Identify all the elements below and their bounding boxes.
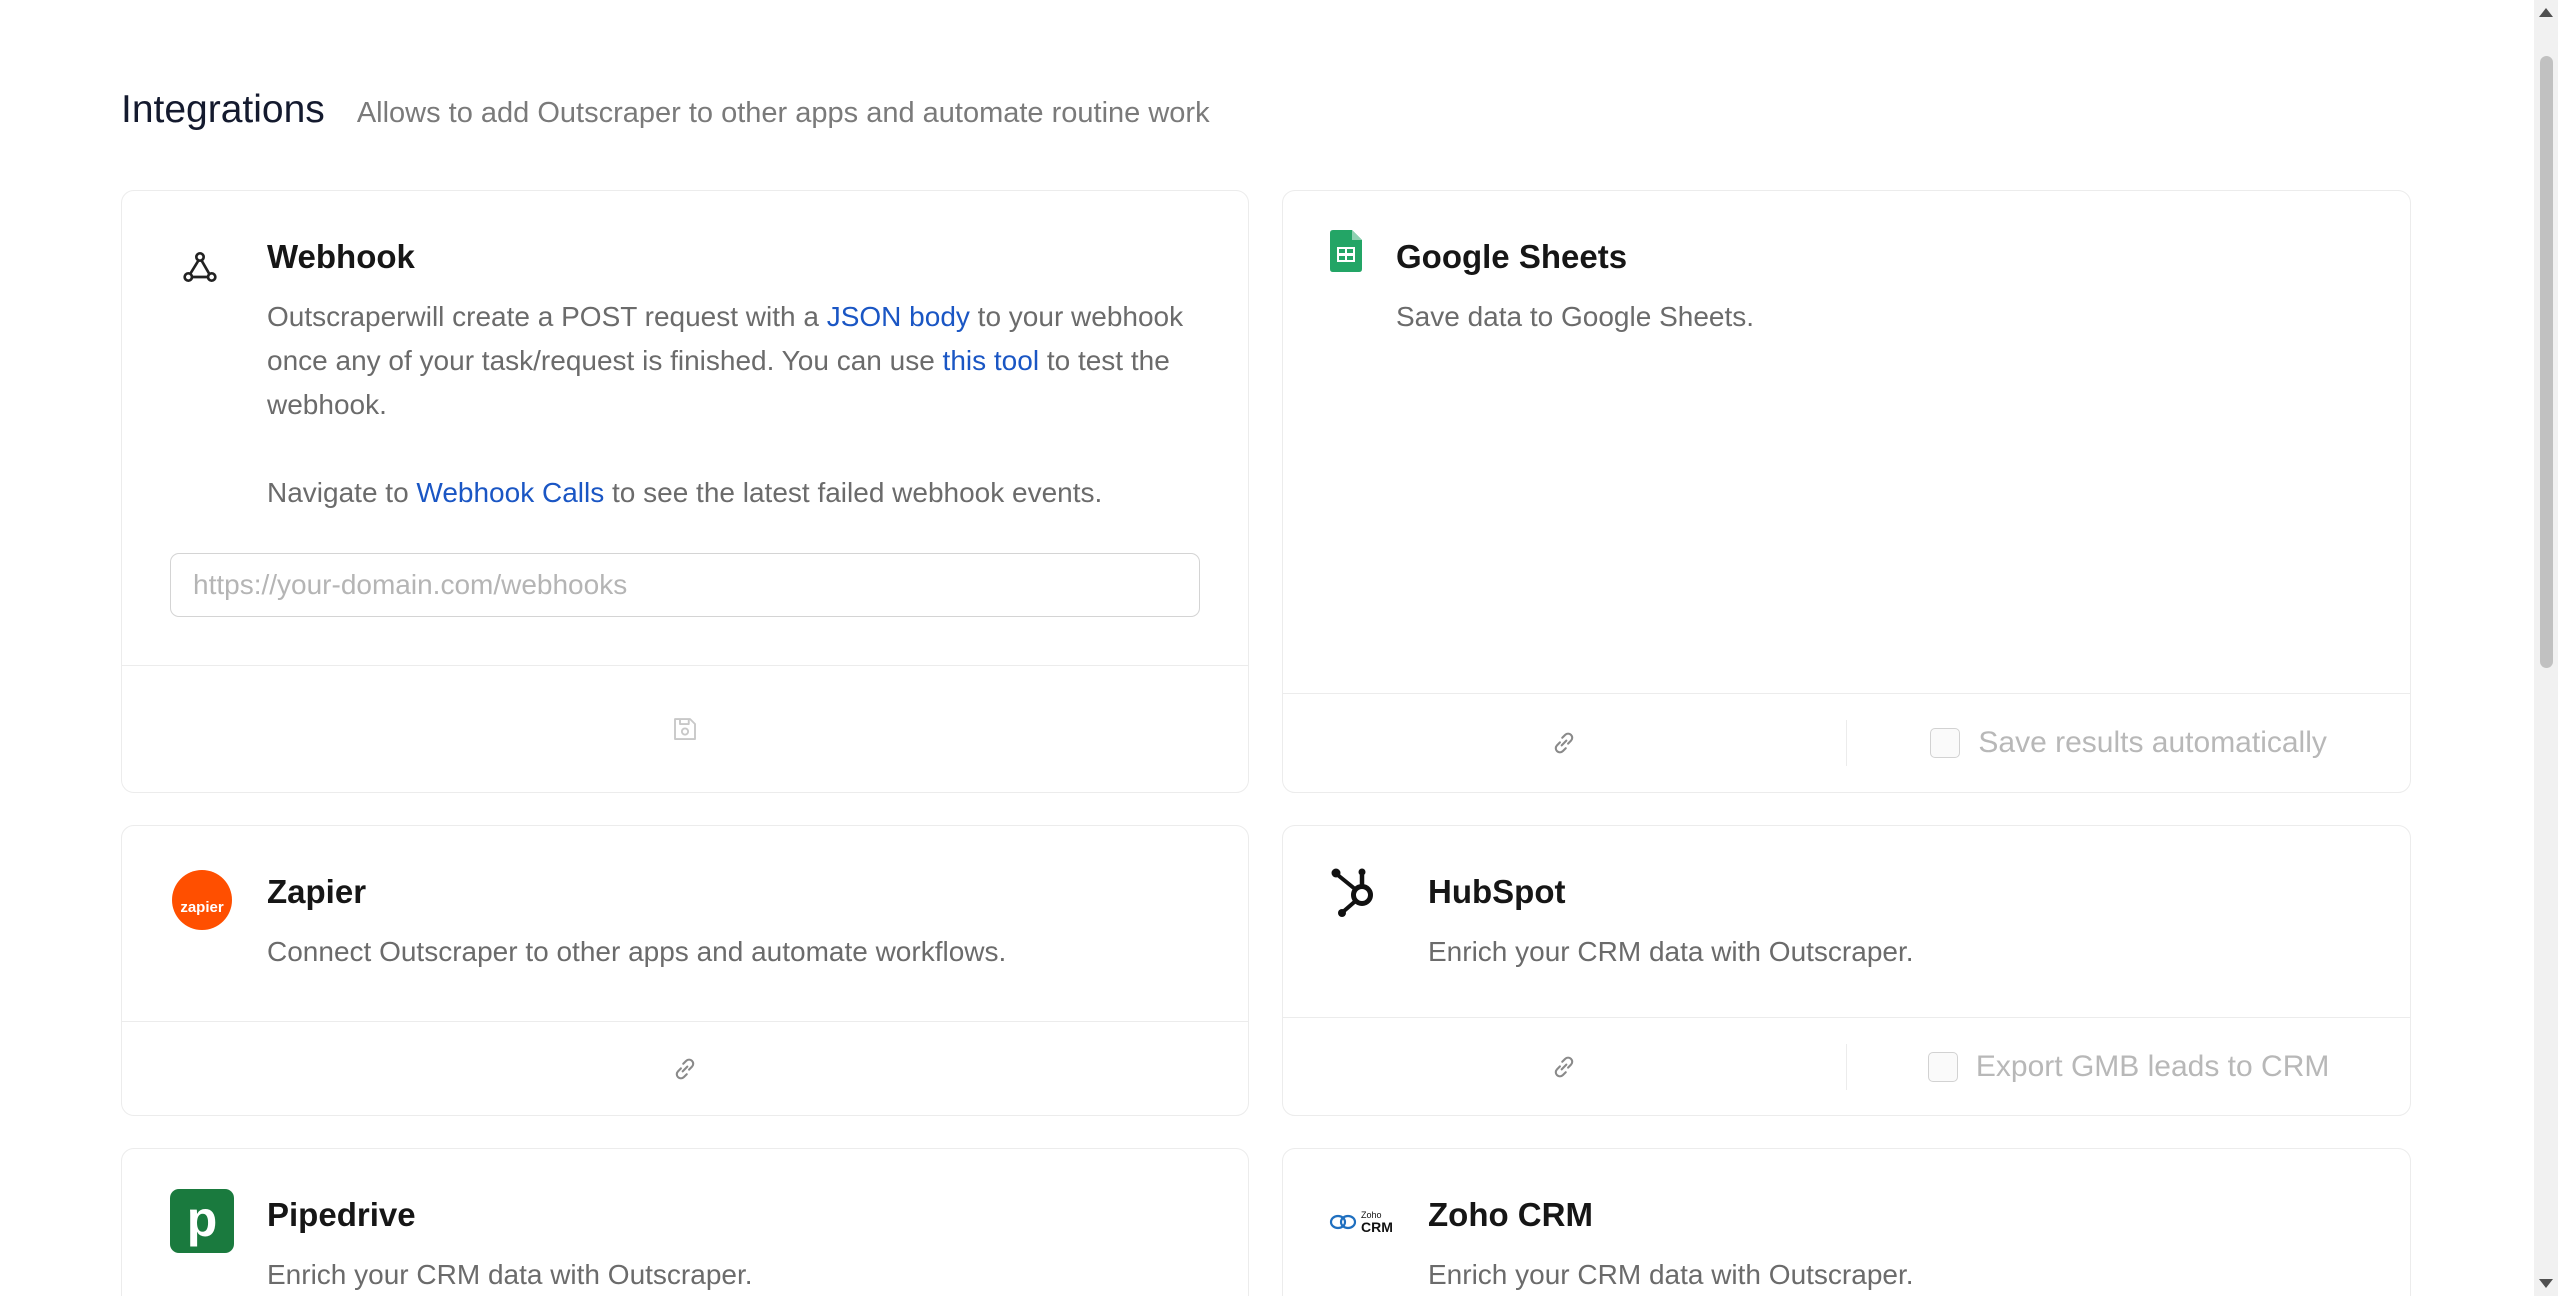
zoho-logo-bottom: CRM: [1361, 1218, 1393, 1235]
webhook-calls-link[interactable]: Webhook Calls: [416, 477, 604, 508]
page-title: Integrations: [121, 88, 325, 131]
google-sheets-card-footer: Save results automatically: [1283, 693, 2410, 792]
vertical-scrollbar[interactable]: [2534, 0, 2558, 1296]
webhook-desc-text-1: Outscraperwill create a POST request wit…: [267, 301, 827, 332]
google-sheets-card: Google Sheets Save data to Google Sheets…: [1282, 190, 2411, 793]
zapier-description: Connect Outscraper to other apps and aut…: [267, 936, 1007, 967]
pipedrive-logo: p: [170, 1189, 234, 1253]
this-tool-link[interactable]: this tool: [943, 345, 1040, 376]
scrollbar-thumb[interactable]: [2540, 56, 2553, 668]
save-results-automatically-checkbox[interactable]: Save results automatically: [1930, 726, 2327, 760]
webhook-card: Webhook Outscraperwill create a POST req…: [121, 190, 1249, 793]
google-sheets-description: Save data to Google Sheets.: [1396, 301, 1755, 332]
scroll-down-arrow-icon[interactable]: [2539, 1279, 2553, 1288]
pipedrive-description: Enrich your CRM data with Outscraper.: [267, 1259, 753, 1290]
hubspot-export-cell: Export GMB leads to CRM: [1847, 1018, 2410, 1115]
hubspot-title: HubSpot: [1428, 873, 1566, 910]
zapier-logo-text: zapier: [180, 899, 224, 916]
zoho-crm-description: Enrich your CRM data with Outscraper.: [1428, 1259, 1914, 1290]
link-icon[interactable]: [1544, 723, 1584, 763]
pipedrive-title: Pipedrive: [267, 1196, 416, 1233]
webhook-icon: [178, 245, 222, 289]
google-sheets-connect-cell: [1283, 694, 1846, 792]
webhook-url-input[interactable]: [170, 553, 1200, 617]
zoho-logo: Zoho CRM: [1329, 1207, 1401, 1237]
zapier-card-footer: [122, 1021, 1248, 1115]
link-icon[interactable]: [1544, 1047, 1584, 1087]
hubspot-logo: [1329, 864, 1381, 920]
page-header: Integrations Allows to add Outscraper to…: [121, 88, 1210, 132]
hubspot-description: Enrich your CRM data with Outscraper.: [1428, 936, 1914, 967]
webhook-description: Outscraperwill create a POST request wit…: [267, 295, 1207, 427]
pipedrive-card: p Pipedrive Enrich your CRM data with Ou…: [121, 1148, 1249, 1296]
webhook-card-footer: [122, 665, 1248, 792]
zoho-crm-card: Zoho CRM Zoho CRM Enrich your CRM data w…: [1282, 1148, 2411, 1296]
hubspot-card-footer: Export GMB leads to CRM: [1283, 1017, 2410, 1115]
save-icon[interactable]: [665, 709, 705, 749]
webhook-navigate-text: Navigate to Webhook Calls to see the lat…: [267, 471, 1227, 515]
zoho-crm-title: Zoho CRM: [1428, 1196, 1593, 1233]
google-sheets-title: Google Sheets: [1396, 238, 1628, 275]
webhook-nav-text-2: to see the latest failed webhook events.: [604, 477, 1103, 508]
webhook-nav-text-1: Navigate to: [267, 477, 417, 508]
page-subtitle: Allows to add Outscraper to other apps a…: [356, 97, 1210, 129]
scroll-up-arrow-icon[interactable]: [2539, 8, 2553, 17]
google-sheets-auto-save-cell: Save results automatically: [1847, 694, 2410, 792]
webhook-title: Webhook: [267, 238, 415, 275]
webhook-save-cell: [122, 666, 1248, 792]
json-body-link[interactable]: JSON body: [827, 301, 970, 332]
link-icon[interactable]: [665, 1049, 705, 1089]
checkbox-box[interactable]: [1930, 728, 1961, 758]
pipedrive-logo-text: p: [186, 1191, 218, 1247]
hubspot-card: HubSpot Enrich your CRM data with Outscr…: [1282, 825, 2411, 1116]
export-gmb-leads-label: Export GMB leads to CRM: [1975, 1049, 2330, 1083]
save-results-automatically-label: Save results automatically: [1978, 726, 2327, 759]
zapier-connect-cell: [122, 1022, 1248, 1115]
zapier-logo: zapier: [171, 869, 233, 931]
zapier-card: zapier Zapier Connect Outscraper to othe…: [121, 825, 1249, 1116]
zapier-title: Zapier: [267, 873, 367, 910]
hubspot-connect-cell: [1283, 1018, 1846, 1115]
checkbox-box[interactable]: [1927, 1051, 1958, 1082]
google-sheets-icon: [1329, 229, 1363, 273]
export-gmb-leads-checkbox[interactable]: Export GMB leads to CRM: [1927, 1049, 2330, 1084]
